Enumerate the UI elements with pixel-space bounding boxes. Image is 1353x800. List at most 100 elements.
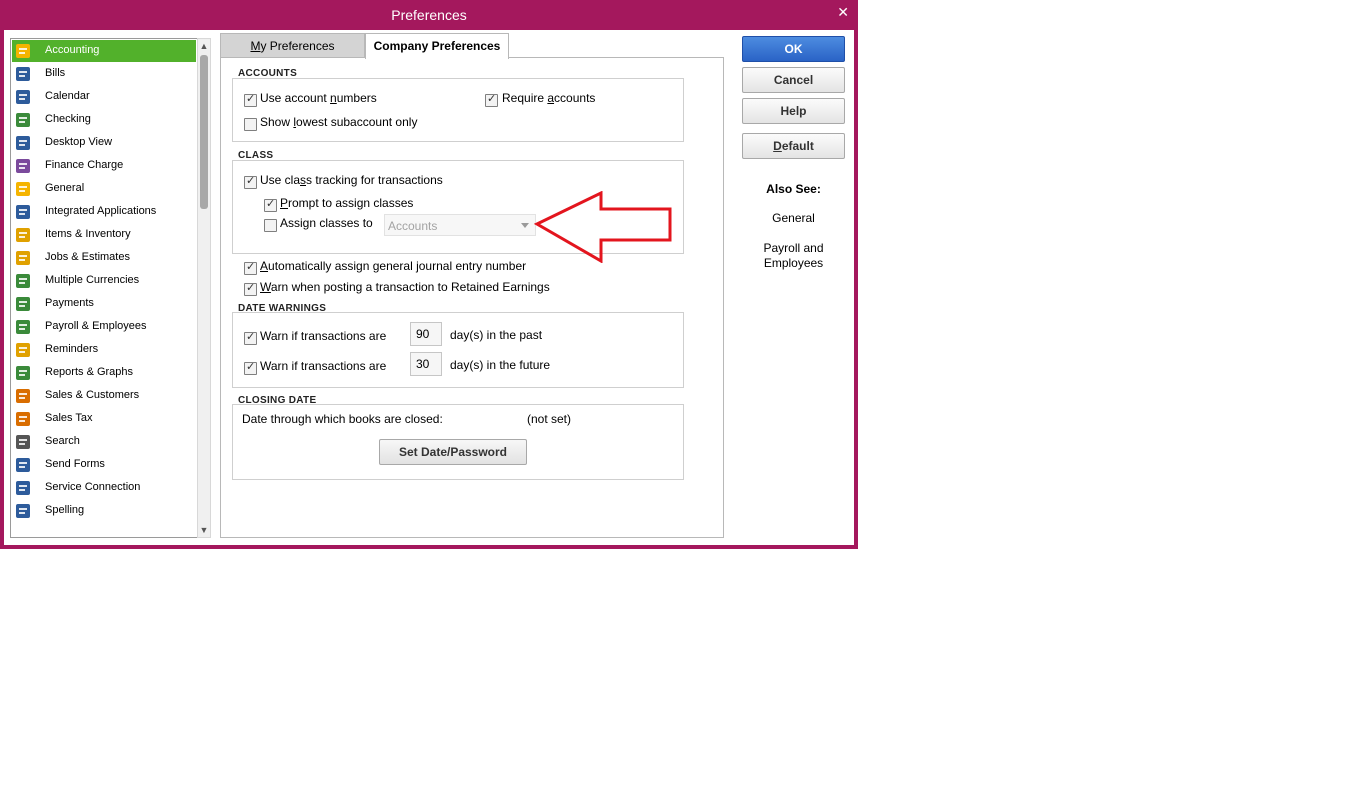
title-bar[interactable]: Preferences ✕ bbox=[0, 0, 858, 30]
scrollbar-thumb[interactable] bbox=[200, 55, 208, 209]
sidebar-item-label: Integrated Applications bbox=[45, 205, 157, 217]
sidebar-item-label: Sales & Customers bbox=[45, 389, 140, 401]
sidebar-item-spelling[interactable]: Spelling bbox=[12, 500, 196, 522]
sidebar-item-label: Items & Inventory bbox=[45, 228, 131, 240]
sales-tax-icon bbox=[14, 410, 32, 428]
assign-classes-value: Accounts bbox=[388, 219, 438, 233]
also-see-title: Also See: bbox=[766, 182, 821, 196]
desktop-view-icon bbox=[14, 134, 32, 152]
cancel-button[interactable]: Cancel bbox=[742, 67, 845, 93]
future-days-input[interactable]: 30 bbox=[410, 352, 442, 376]
sidebar-item-multiple-currencies[interactable]: Multiple Currencies bbox=[12, 270, 196, 292]
assign-classes-to-checkbox[interactable] bbox=[264, 219, 277, 232]
sidebar-item-accounting[interactable]: Accounting bbox=[12, 40, 196, 62]
sidebar-item-sales-customers[interactable]: Sales & Customers bbox=[12, 385, 196, 407]
sidebar-item-payroll-employees[interactable]: Payroll & Employees bbox=[12, 316, 196, 338]
prompt-assign-classes-checkbox[interactable] bbox=[264, 197, 277, 212]
use-account-numbers-checkbox[interactable] bbox=[244, 92, 257, 107]
service-connection-icon bbox=[14, 479, 32, 497]
category-list: Accounting Bills Calendar Checking Desktop V… bbox=[10, 38, 198, 538]
preferences-window: Preferences ✕ Accounting Bills Calendar Che… bbox=[0, 0, 858, 549]
multiple-currencies-icon bbox=[14, 272, 32, 290]
use-class-tracking-label: Use class tracking for transactions bbox=[260, 173, 443, 187]
jobs-estimates-icon bbox=[14, 249, 32, 267]
sidebar-item-finance-charge[interactable]: Finance Charge bbox=[12, 155, 196, 177]
sidebar-item-sales-tax[interactable]: Sales Tax bbox=[12, 408, 196, 430]
accounts-group bbox=[232, 78, 684, 142]
past-days-suffix: day(s) in the past bbox=[450, 328, 543, 342]
sidebar-item-items-inventory[interactable]: Items & Inventory bbox=[12, 224, 196, 246]
sidebar-item-desktop-view[interactable]: Desktop View bbox=[12, 132, 196, 154]
window-title: Preferences bbox=[391, 7, 467, 23]
sidebar-item-service-connection[interactable]: Service Connection bbox=[12, 477, 196, 499]
sidebar-item-label: Calendar bbox=[45, 90, 90, 102]
tab-company-preferences[interactable]: Company Preferences bbox=[365, 33, 509, 59]
sidebar-item-label: General bbox=[45, 182, 85, 194]
sidebar-item-label: Reports & Graphs bbox=[45, 366, 134, 378]
warn-future-checkbox[interactable] bbox=[244, 360, 257, 375]
sidebar-item-label: Spelling bbox=[45, 504, 85, 516]
reports-graphs-icon bbox=[14, 364, 32, 382]
also-see-general-link[interactable]: General bbox=[742, 211, 845, 225]
sidebar-item-reminders[interactable]: Reminders bbox=[12, 339, 196, 361]
assign-classes-dropdown[interactable]: Accounts bbox=[384, 214, 536, 236]
also-see-payroll-link[interactable]: Payroll and Employees bbox=[742, 241, 845, 271]
payments-icon bbox=[14, 295, 32, 313]
send-forms-icon bbox=[14, 456, 32, 474]
use-class-tracking-checkbox[interactable] bbox=[244, 174, 257, 189]
sidebar-item-reports-graphs[interactable]: Reports & Graphs bbox=[12, 362, 196, 384]
dialog-client-area: Accounting Bills Calendar Checking Desktop V… bbox=[4, 30, 854, 545]
assign-classes-to-label: Assign classes to bbox=[280, 216, 373, 230]
sidebar-item-bills[interactable]: Bills bbox=[12, 63, 196, 85]
tab-label-mnemonic: M bbox=[250, 39, 261, 53]
use-account-numbers-label: Use account numbers bbox=[260, 91, 377, 105]
sidebar-item-send-forms[interactable]: Send Forms bbox=[12, 454, 196, 476]
warn-past-label: Warn if transactions are bbox=[260, 329, 387, 343]
closing-date-value: (not set) bbox=[527, 412, 572, 426]
set-date-password-button[interactable]: Set Date/Password bbox=[379, 439, 527, 465]
sidebar-item-jobs-estimates[interactable]: Jobs & Estimates bbox=[12, 247, 196, 269]
scroll-up-icon[interactable]: ▲ bbox=[198, 39, 210, 53]
auto-journal-number-checkbox[interactable] bbox=[244, 260, 257, 275]
checking-icon bbox=[14, 111, 32, 129]
ok-button[interactable]: OK bbox=[742, 36, 845, 62]
category-scrollbar[interactable]: ▲ ▼ bbox=[197, 38, 211, 538]
warn-past-checkbox[interactable] bbox=[244, 330, 257, 345]
sidebar-item-integrated-applications[interactable]: Integrated Applications bbox=[12, 201, 196, 223]
sidebar-item-calendar[interactable]: Calendar bbox=[12, 86, 196, 108]
warn-retained-earnings-label: Warn when posting a transaction to Retai… bbox=[260, 280, 550, 294]
require-accounts-label: Require accounts bbox=[502, 91, 596, 105]
sidebar-item-search[interactable]: Search bbox=[12, 431, 196, 453]
accounting-icon bbox=[14, 42, 32, 60]
sidebar-item-payments[interactable]: Payments bbox=[12, 293, 196, 315]
default-button[interactable]: Default bbox=[742, 133, 845, 159]
items-inventory-icon bbox=[14, 226, 32, 244]
warn-retained-earnings-checkbox[interactable] bbox=[244, 281, 257, 296]
tab-label-part: y Preferences bbox=[260, 39, 335, 53]
sidebar-item-label: Desktop View bbox=[45, 136, 113, 148]
scroll-down-icon[interactable]: ▼ bbox=[198, 523, 210, 537]
spelling-icon bbox=[14, 502, 32, 520]
require-accounts-checkbox[interactable] bbox=[485, 92, 498, 107]
sidebar-item-general[interactable]: General bbox=[12, 178, 196, 200]
sidebar-item-label: Payments bbox=[45, 297, 94, 309]
help-button[interactable]: Help bbox=[742, 98, 845, 124]
sidebar-item-label: Search bbox=[45, 435, 80, 447]
general-icon bbox=[14, 180, 32, 198]
finance-charge-icon bbox=[14, 157, 32, 175]
sidebar-item-label: Bills bbox=[45, 67, 66, 79]
show-lowest-subaccount-checkbox[interactable] bbox=[244, 118, 257, 131]
past-days-input[interactable]: 90 bbox=[410, 322, 442, 346]
show-lowest-subaccount-label: Show lowest subaccount only bbox=[260, 115, 418, 129]
close-icon[interactable]: ✕ bbox=[837, 4, 849, 21]
sidebar-item-label: Reminders bbox=[45, 343, 99, 355]
tab-my-preferences[interactable]: My Preferences bbox=[220, 33, 365, 58]
sidebar-item-label: Multiple Currencies bbox=[45, 274, 140, 286]
warn-future-label: Warn if transactions are bbox=[260, 359, 387, 373]
chevron-down-icon bbox=[521, 223, 529, 228]
search-icon bbox=[14, 433, 32, 451]
integrated-applications-icon bbox=[14, 203, 32, 221]
sidebar-item-checking[interactable]: Checking bbox=[12, 109, 196, 131]
sidebar-item-label: Jobs & Estimates bbox=[45, 251, 130, 263]
sidebar-item-label: Sales Tax bbox=[45, 412, 93, 424]
